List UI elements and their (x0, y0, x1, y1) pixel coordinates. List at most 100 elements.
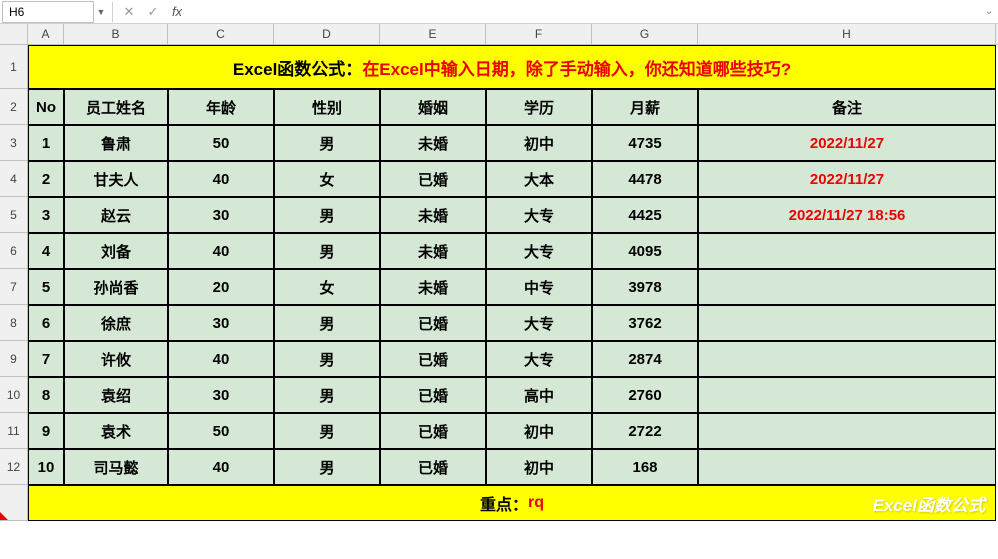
cell-gender[interactable]: 女 (274, 269, 380, 305)
row-header-2[interactable]: 2 (0, 89, 28, 125)
cell-no[interactable]: 3 (28, 197, 64, 233)
cell-edu[interactable]: 初中 (486, 413, 592, 449)
cell-gender[interactable]: 男 (274, 449, 380, 485)
col-header-E[interactable]: E (380, 24, 486, 44)
cell-salary[interactable]: 4735 (592, 125, 698, 161)
cell-marriage[interactable]: 已婚 (380, 413, 486, 449)
title-cell[interactable]: Excel函数公式： 在Excel中输入日期，除了手动输入，你还知道哪些技巧? (28, 45, 996, 89)
cell-gender[interactable]: 男 (274, 305, 380, 341)
cell-edu[interactable]: 初中 (486, 125, 592, 161)
expand-formula-icon[interactable]: ⌄ (980, 6, 998, 17)
cell-remark[interactable] (698, 269, 996, 305)
cell-name[interactable]: 袁术 (64, 413, 168, 449)
header-salary[interactable]: 月薪 (592, 89, 698, 125)
footer-cell[interactable]: 重点： rq Excel函数公式 (28, 485, 996, 521)
header-gender[interactable]: 性别 (274, 89, 380, 125)
row-header-3[interactable]: 3 (0, 125, 28, 161)
cell-marriage[interactable]: 已婚 (380, 305, 486, 341)
cell-age[interactable]: 30 (168, 197, 274, 233)
header-name[interactable]: 员工姓名 (64, 89, 168, 125)
cell-remark[interactable]: 2022/11/27 (698, 161, 996, 197)
cell-salary[interactable]: 2722 (592, 413, 698, 449)
cell-remark[interactable]: 2022/11/27 (698, 125, 996, 161)
cell-name[interactable]: 鲁肃 (64, 125, 168, 161)
row-header-9[interactable]: 9 (0, 341, 28, 377)
header-no[interactable]: No (28, 89, 64, 125)
cell-name[interactable]: 赵云 (64, 197, 168, 233)
cell-edu[interactable]: 大专 (486, 233, 592, 269)
formula-input[interactable] (189, 1, 980, 23)
cancel-icon[interactable]: ✕ (117, 1, 141, 23)
row-header-10[interactable]: 10 (0, 377, 28, 413)
col-header-F[interactable]: F (486, 24, 592, 44)
cell-name[interactable]: 司马懿 (64, 449, 168, 485)
col-header-H[interactable]: H (698, 24, 996, 44)
cell-salary[interactable]: 3978 (592, 269, 698, 305)
cell-remark[interactable] (698, 233, 996, 269)
cell-remark[interactable]: 2022/11/27 18:56 (698, 197, 996, 233)
cell-marriage[interactable]: 未婚 (380, 125, 486, 161)
row-header-11[interactable]: 11 (0, 413, 28, 449)
cell-marriage[interactable]: 已婚 (380, 377, 486, 413)
header-remark[interactable]: 备注 (698, 89, 996, 125)
cell-age[interactable]: 40 (168, 233, 274, 269)
col-header-B[interactable]: B (64, 24, 168, 44)
cell-no[interactable]: 6 (28, 305, 64, 341)
cell-age[interactable]: 40 (168, 341, 274, 377)
col-header-C[interactable]: C (168, 24, 274, 44)
cell-marriage[interactable]: 未婚 (380, 197, 486, 233)
row-header-5[interactable]: 5 (0, 197, 28, 233)
cell-age[interactable]: 40 (168, 449, 274, 485)
cell-no[interactable]: 1 (28, 125, 64, 161)
col-header-D[interactable]: D (274, 24, 380, 44)
row-header-4[interactable]: 4 (0, 161, 28, 197)
cell-gender[interactable]: 男 (274, 197, 380, 233)
row-header-12[interactable]: 12 (0, 449, 28, 485)
cell-edu[interactable]: 高中 (486, 377, 592, 413)
cell-salary[interactable]: 4425 (592, 197, 698, 233)
cell-no[interactable]: 8 (28, 377, 64, 413)
cell-gender[interactable]: 男 (274, 413, 380, 449)
header-age[interactable]: 年龄 (168, 89, 274, 125)
row-header-7[interactable]: 7 (0, 269, 28, 305)
cell-edu[interactable]: 大专 (486, 341, 592, 377)
cell-edu[interactable]: 大专 (486, 197, 592, 233)
cell-gender[interactable]: 男 (274, 377, 380, 413)
cell-no[interactable]: 2 (28, 161, 64, 197)
cell-no[interactable]: 4 (28, 233, 64, 269)
cell-no[interactable]: 5 (28, 269, 64, 305)
row-header-13[interactable] (0, 485, 28, 521)
cell-name[interactable]: 袁绍 (64, 377, 168, 413)
cell-edu[interactable]: 初中 (486, 449, 592, 485)
cell-salary[interactable]: 4478 (592, 161, 698, 197)
row-header-1[interactable]: 1 (0, 45, 28, 89)
cell-remark[interactable] (698, 305, 996, 341)
confirm-icon[interactable]: ✓ (141, 1, 165, 23)
cell-age[interactable]: 50 (168, 125, 274, 161)
select-all-corner[interactable] (0, 24, 28, 44)
fx-icon[interactable]: fx (165, 1, 189, 23)
cell-salary[interactable]: 4095 (592, 233, 698, 269)
cell-gender[interactable]: 男 (274, 233, 380, 269)
cell-marriage[interactable]: 未婚 (380, 269, 486, 305)
cell-gender[interactable]: 男 (274, 341, 380, 377)
cell-age[interactable]: 30 (168, 377, 274, 413)
cell-name[interactable]: 孙尚香 (64, 269, 168, 305)
cell-remark[interactable] (698, 449, 996, 485)
cell-age[interactable]: 30 (168, 305, 274, 341)
cell-remark[interactable] (698, 413, 996, 449)
cell-salary[interactable]: 3762 (592, 305, 698, 341)
cell-salary[interactable]: 2874 (592, 341, 698, 377)
cell-name[interactable]: 刘备 (64, 233, 168, 269)
cell-edu[interactable]: 中专 (486, 269, 592, 305)
cell-edu[interactable]: 大本 (486, 161, 592, 197)
cell-name[interactable]: 甘夫人 (64, 161, 168, 197)
cell-name[interactable]: 许攸 (64, 341, 168, 377)
header-marriage[interactable]: 婚姻 (380, 89, 486, 125)
cell-remark[interactable] (698, 377, 996, 413)
header-edu[interactable]: 学历 (486, 89, 592, 125)
col-header-G[interactable]: G (592, 24, 698, 44)
cell-no[interactable]: 7 (28, 341, 64, 377)
cell-gender[interactable]: 女 (274, 161, 380, 197)
cell-edu[interactable]: 大专 (486, 305, 592, 341)
